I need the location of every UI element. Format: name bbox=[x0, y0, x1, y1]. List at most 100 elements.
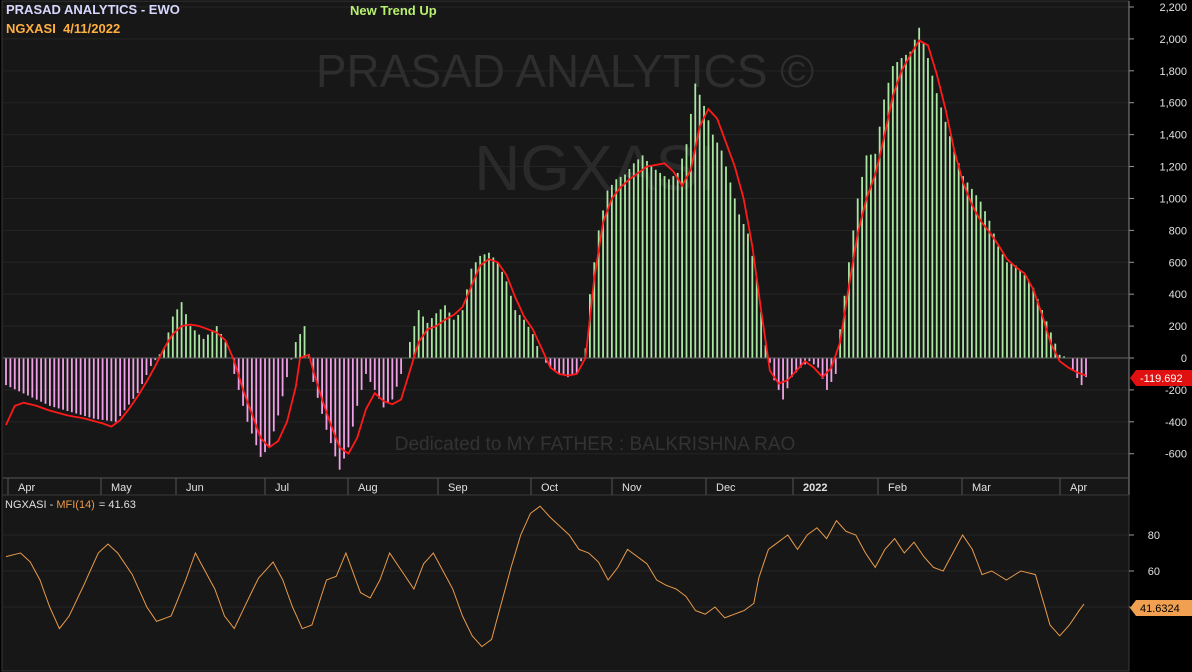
ewo-bar bbox=[492, 257, 495, 358]
ewo-bar bbox=[343, 358, 345, 459]
ewo-bar bbox=[1076, 358, 1079, 378]
ewo-bar bbox=[777, 358, 780, 390]
ewo-bar bbox=[281, 358, 284, 397]
x-tick-label: 2022 bbox=[803, 482, 827, 494]
ewo-y-tick-label: 200 bbox=[1169, 321, 1187, 333]
ewo-y-tick-label: 1,000 bbox=[1159, 193, 1187, 205]
ewo-bar bbox=[1014, 265, 1017, 358]
symbol-date: NGXASI 4/11/2022 bbox=[6, 21, 120, 36]
watermark-dedication: Dedicated to MY FATHER : BALKRISHNA RAO bbox=[395, 434, 796, 455]
ewo-bar bbox=[874, 153, 877, 358]
ewo-bar bbox=[610, 184, 613, 358]
ewo-y-tick-label: 2,200 bbox=[1159, 2, 1187, 14]
ewo-bar bbox=[975, 195, 978, 358]
ewo-bar bbox=[185, 314, 187, 358]
ewo-bar bbox=[703, 105, 705, 358]
ewo-bar bbox=[365, 358, 367, 374]
ewo-bar bbox=[861, 176, 863, 358]
ewo-bar bbox=[624, 174, 626, 358]
ewo-bar bbox=[602, 210, 604, 358]
chart-title: PRASAD ANALYTICS - EWO bbox=[6, 2, 180, 17]
ewo-bar bbox=[395, 358, 398, 387]
ewo-y-tick-label: 1,600 bbox=[1159, 98, 1187, 110]
ewo-bar bbox=[1006, 262, 1008, 358]
ewo-bar bbox=[351, 358, 354, 427]
ewo-bar bbox=[149, 358, 152, 366]
ewo-bar bbox=[865, 155, 868, 358]
ewo-bar bbox=[400, 358, 403, 374]
x-tick-label: May bbox=[111, 482, 132, 494]
ewo-bar bbox=[27, 358, 29, 396]
ewo-bar bbox=[984, 211, 986, 358]
ewo-bar bbox=[637, 159, 640, 358]
ewo-bar bbox=[189, 326, 192, 358]
ewo-bar bbox=[92, 358, 95, 419]
ewo-bar bbox=[562, 358, 565, 376]
ewo-bar bbox=[905, 54, 907, 358]
ewo-bar bbox=[277, 358, 280, 416]
ewo-bar bbox=[531, 334, 534, 358]
ewo-bar bbox=[720, 150, 723, 358]
ewo-y-tick-label: 600 bbox=[1169, 257, 1187, 269]
ewo-bar bbox=[830, 358, 833, 382]
ewo-bar bbox=[650, 166, 653, 358]
ewo-bar bbox=[1085, 358, 1087, 378]
ewo-bar bbox=[856, 198, 859, 358]
ewo-bar bbox=[1036, 298, 1039, 358]
ewo-bar bbox=[448, 312, 451, 358]
ewo-bar bbox=[654, 169, 657, 358]
ewo-bar bbox=[619, 176, 622, 358]
ewo-bar bbox=[615, 179, 618, 358]
ewo-bar bbox=[141, 358, 143, 385]
ewo-bar bbox=[167, 332, 170, 358]
ewo-bar bbox=[997, 246, 1000, 358]
ewo-bar bbox=[970, 188, 973, 358]
ewo-bar bbox=[962, 176, 964, 358]
ewo-bar bbox=[992, 233, 995, 358]
ewo-bar bbox=[927, 58, 929, 359]
ewo-bar bbox=[1032, 287, 1035, 358]
ewo-bar bbox=[483, 254, 486, 358]
ewo-bar bbox=[439, 309, 442, 358]
ewo-bar bbox=[176, 309, 179, 358]
ewo-bar bbox=[360, 358, 363, 390]
x-tick-label: Feb bbox=[888, 482, 907, 494]
ewo-bar bbox=[5, 358, 7, 386]
ewo-bar bbox=[62, 358, 64, 410]
ewo-bar bbox=[900, 58, 903, 359]
ewo-bar bbox=[949, 136, 951, 358]
ewo-bar bbox=[347, 358, 350, 448]
ewo-bar bbox=[817, 358, 820, 368]
mfi-last-value-marker: 41.6324 bbox=[1130, 600, 1192, 616]
ewo-bar bbox=[22, 358, 25, 394]
ewo-bar bbox=[558, 358, 561, 374]
ewo-bar bbox=[409, 342, 411, 358]
ewo-y-tick-label: 2,000 bbox=[1159, 34, 1187, 46]
ewo-bar bbox=[250, 358, 253, 434]
ewo-bar bbox=[488, 252, 490, 358]
x-tick-label: Jun bbox=[186, 482, 204, 494]
ewo-bar bbox=[84, 358, 86, 417]
ewo-bar bbox=[329, 358, 332, 444]
ewo-bar bbox=[114, 358, 117, 422]
ewo-bar bbox=[57, 358, 60, 409]
ewo-bar bbox=[523, 319, 525, 358]
ewo-bar bbox=[1019, 270, 1022, 358]
ewo-bar bbox=[452, 319, 455, 358]
ewo-y-tick-label: -400 bbox=[1165, 417, 1187, 429]
ewo-bar bbox=[334, 358, 337, 457]
ewo-bar bbox=[356, 358, 359, 406]
ewo-bar bbox=[18, 358, 21, 392]
x-tick-label: Dec bbox=[716, 482, 736, 494]
ewo-bar bbox=[242, 358, 244, 406]
ewo-bar bbox=[940, 107, 943, 358]
ewo-bar bbox=[294, 342, 297, 358]
ewo-bar bbox=[852, 230, 855, 358]
ewo-bar bbox=[430, 318, 433, 358]
ewo-bar bbox=[966, 182, 969, 358]
x-tick-label: Apr bbox=[18, 482, 35, 494]
ewo-bar bbox=[88, 358, 91, 418]
ewo-bar bbox=[211, 330, 214, 358]
ewo-bar bbox=[1028, 281, 1030, 358]
ewo-bar bbox=[101, 358, 104, 420]
